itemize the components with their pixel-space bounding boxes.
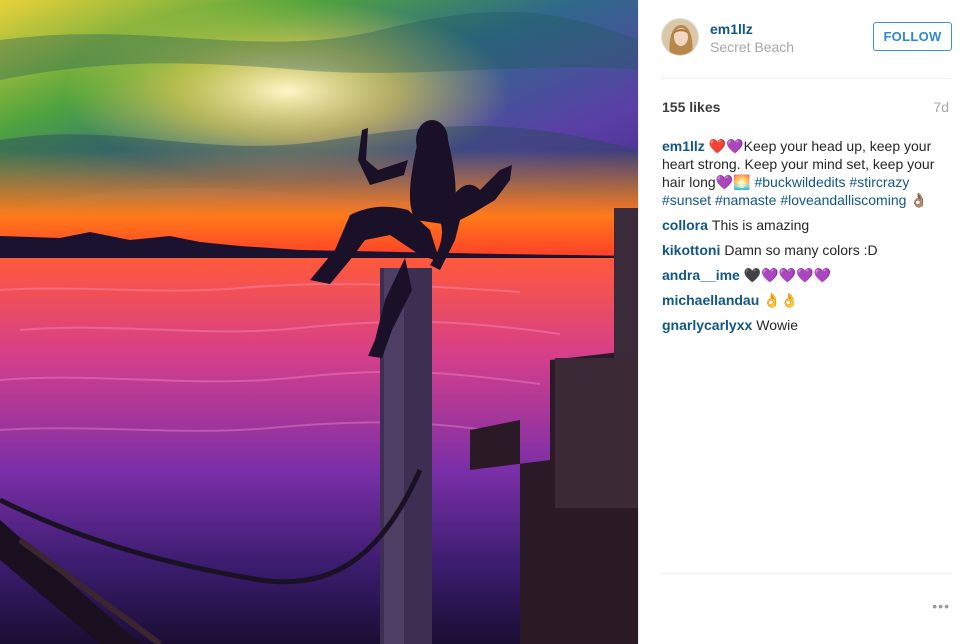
comment-item: gnarlycarlyxx Wowie: [662, 316, 952, 334]
hashtag-link[interactable]: #buckwildedits: [754, 174, 845, 190]
comment-text: This is amazing: [711, 217, 810, 233]
comment-username[interactable]: andra__ime: [662, 267, 740, 283]
comment-item: michaellandau 👌👌: [662, 291, 952, 309]
hashtag-link[interactable]: #sunset: [662, 192, 711, 208]
avatar-image: [662, 19, 698, 55]
post-author-username[interactable]: em1llz: [710, 21, 753, 37]
post-header: em1llz Secret Beach FOLLOW: [661, 18, 952, 60]
comments-list: em1llz ❤️💜Keep your head up, keep your he…: [662, 137, 952, 341]
comment-item: collora This is amazing: [662, 216, 952, 234]
hashtag-link[interactable]: #stircrazy: [849, 174, 909, 190]
comment-item: kikottoni Damn so many colors :D: [662, 241, 952, 259]
comment-username[interactable]: michaellandau: [662, 292, 759, 308]
more-options-icon[interactable]: •••: [932, 598, 950, 614]
footer-divider: [661, 573, 951, 574]
caption: em1llz ❤️💜Keep your head up, keep your he…: [662, 137, 952, 209]
post-detail-panel: em1llz Secret Beach FOLLOW 155 likes 7d …: [638, 0, 972, 644]
post-location[interactable]: Secret Beach: [710, 39, 794, 55]
caption-trail: 👌🏽: [910, 192, 928, 208]
comment-text: Damn so many colors :D: [724, 242, 878, 258]
sunset-photo-illustration: [0, 0, 638, 644]
comment-username[interactable]: gnarlycarlyxx: [662, 317, 752, 333]
comment-username[interactable]: kikottoni: [662, 242, 720, 258]
header-divider: [661, 78, 951, 79]
comment-text: Wowie: [756, 317, 799, 333]
post-age[interactable]: 7d: [933, 99, 949, 115]
comment-username[interactable]: collora: [662, 217, 708, 233]
comment-item: andra__ime 🖤💜💜💜💜: [662, 266, 952, 284]
hashtag-link[interactable]: #loveandalliscoming: [780, 192, 906, 208]
post-photo[interactable]: [0, 0, 638, 644]
avatar[interactable]: [661, 18, 699, 56]
caption-username[interactable]: em1llz: [662, 138, 705, 154]
follow-button[interactable]: FOLLOW: [873, 22, 952, 51]
hashtag-link[interactable]: #namaste: [715, 192, 776, 208]
comment-text: 🖤💜💜💜💜: [743, 267, 831, 283]
likes-count[interactable]: 155 likes: [662, 99, 720, 115]
comment-text: 👌👌: [763, 292, 799, 308]
